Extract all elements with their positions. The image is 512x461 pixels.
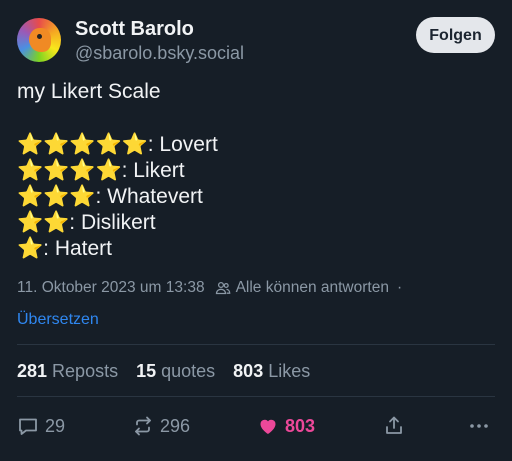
reposts-label: Reposts — [52, 361, 119, 381]
likes-label: Likes — [268, 361, 311, 381]
share-icon — [386, 416, 402, 434]
more-icon — [470, 424, 488, 428]
scale-row-4: ⭐⭐⭐⭐: Likert — [17, 158, 185, 184]
star-icon: ⭐⭐⭐ — [17, 185, 96, 208]
repost-count: 296 — [160, 415, 191, 436]
translate-link[interactable]: Übersetzen — [17, 311, 99, 329]
people-icon — [215, 281, 230, 295]
reposts-count: 281 — [17, 361, 48, 381]
repost-button[interactable]: 296 — [132, 412, 190, 440]
scale-label: : Hatert — [43, 237, 113, 260]
post-title: my Likert Scale — [17, 80, 161, 103]
reply-icon — [19, 418, 37, 435]
reposts-stat[interactable]: 281 Reposts — [17, 361, 118, 382]
quotes-label: quotes — [161, 361, 216, 381]
share-button[interactable] — [383, 412, 405, 440]
scale-row-5: ⭐⭐⭐⭐⭐: Lovert — [17, 132, 218, 158]
divider — [17, 344, 495, 345]
scale-row-2: ⭐⭐: Dislikert — [17, 210, 156, 236]
scale-label: : Likert — [121, 159, 185, 182]
likes-count: 803 — [233, 361, 264, 381]
post-timestamp[interactable]: 11. Oktober 2023 um 13:38 — [17, 279, 205, 297]
star-icon: ⭐⭐⭐⭐⭐ — [17, 133, 148, 156]
like-button[interactable]: 803 — [257, 412, 315, 440]
author-display-name[interactable]: Scott Barolo — [75, 18, 194, 41]
star-icon: ⭐⭐ — [17, 211, 70, 234]
post-meta: 11. Oktober 2023 um 13:38 Alle können an… — [17, 279, 402, 297]
engagement-stats: 281 Reposts 15 quotes 803 Likes — [17, 361, 310, 382]
post-card: Scott Barolo @sbarolo.bsky.social Folgen… — [0, 0, 512, 461]
scale-label: : Lovert — [147, 133, 218, 156]
star-icon: ⭐⭐⭐⭐ — [17, 159, 122, 182]
divider — [17, 396, 495, 397]
like-count: 803 — [285, 415, 316, 436]
scale-row-1: ⭐: Hatert — [17, 236, 112, 262]
reply-button[interactable]: 29 — [17, 412, 65, 440]
author-handle[interactable]: @sbarolo.bsky.social — [75, 43, 244, 64]
scale-label: : Whatevert — [95, 185, 203, 208]
more-options-button[interactable] — [467, 412, 491, 440]
avatar[interactable] — [17, 18, 61, 62]
quotes-count: 15 — [136, 361, 157, 381]
follow-button[interactable]: Folgen — [416, 17, 495, 53]
heart-icon — [260, 419, 276, 434]
avatar-mascot — [29, 28, 51, 52]
star-icon: ⭐ — [17, 237, 44, 260]
scale-label: : Dislikert — [69, 211, 156, 234]
quotes-stat[interactable]: 15 quotes — [136, 361, 215, 382]
reply-count: 29 — [45, 415, 66, 436]
reply-setting[interactable]: Alle können antworten — [236, 279, 389, 297]
likes-stat[interactable]: 803 Likes — [233, 361, 310, 382]
meta-separator: · — [396, 279, 403, 296]
scale-row-3: ⭐⭐⭐: Whatevert — [17, 184, 203, 210]
avatar-eye — [37, 34, 42, 39]
repost-icon — [135, 416, 151, 436]
action-bar: 29 296 803 — [17, 412, 495, 440]
